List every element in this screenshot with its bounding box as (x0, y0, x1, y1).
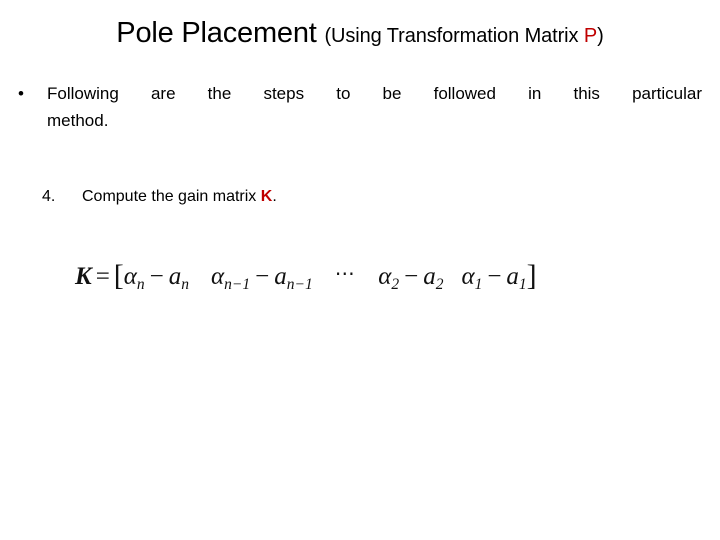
step-text-before: Compute the gain matrix (82, 188, 261, 205)
equation-term-4-minus: − (487, 263, 502, 290)
title-subtitle-accent-p: P (583, 25, 598, 47)
equation-term-4-a: a1 (506, 263, 527, 293)
step-item-4: 4. Compute the gain matrix K. (42, 186, 662, 208)
step-number: 4. (42, 188, 56, 205)
bullet-line-1: Following are the steps to be followed i… (47, 84, 702, 103)
title-main-text: Pole Placement (116, 17, 325, 49)
bullet-item: • Following are the steps to be followed… (18, 80, 702, 134)
equation-term-1-a: an (168, 263, 190, 293)
equation-term-1-alpha-sub: n (136, 275, 145, 293)
equation-lhs-k: K (75, 263, 92, 290)
gain-matrix-equation: K = [αn − an αn−1− an−1 ⋯ α2− a2 α1− a1] (75, 255, 675, 300)
equation-open-bracket: [ (113, 259, 124, 292)
step-text-after: . (272, 188, 277, 205)
equation-term-3-minus: − (404, 263, 419, 290)
equation-term-3-a-sub: 2 (435, 275, 444, 293)
equation-term-3-alpha-sub: 2 (391, 275, 400, 293)
equation-term-2-alpha-sub: n−1 (224, 275, 251, 293)
equation-term-2-alpha: αn−1 (211, 263, 251, 293)
equation-ellipsis: ⋯ (334, 263, 357, 285)
equation-term-1-a-sub: n (181, 275, 190, 293)
title-subtitle-suffix: ) (597, 25, 604, 47)
equation-term-2-a-sub: n−1 (286, 275, 313, 293)
bullet-paragraph: Following are the steps to be followed i… (47, 80, 702, 134)
equation-term-2-minus: − (255, 263, 270, 290)
slide-title: Pole Placement (Using Transformation Mat… (0, 17, 720, 50)
equation-term-3-a: a2 (423, 263, 444, 293)
slide-canvas: Pole Placement (Using Transformation Mat… (0, 0, 720, 540)
equation-term-2-a: an−1 (274, 263, 313, 293)
title-subtitle-prefix: (Using Transformation Matrix (324, 25, 584, 47)
equation-term-3-alpha: α2 (378, 263, 400, 293)
equation-term-4-alpha: α1 (461, 263, 483, 293)
step-accent-symbol-k: K (260, 188, 273, 205)
equation-equals-sign: = (95, 263, 110, 290)
equation-term-1-minus: − (149, 263, 164, 290)
bullet-line-2: method. (47, 111, 109, 130)
equation-term-4-a-sub: 1 (518, 275, 527, 293)
equation-close-bracket: ] (526, 259, 537, 292)
equation-term-1-alpha: αn (123, 263, 145, 293)
bullet-marker-icon: • (18, 84, 24, 103)
